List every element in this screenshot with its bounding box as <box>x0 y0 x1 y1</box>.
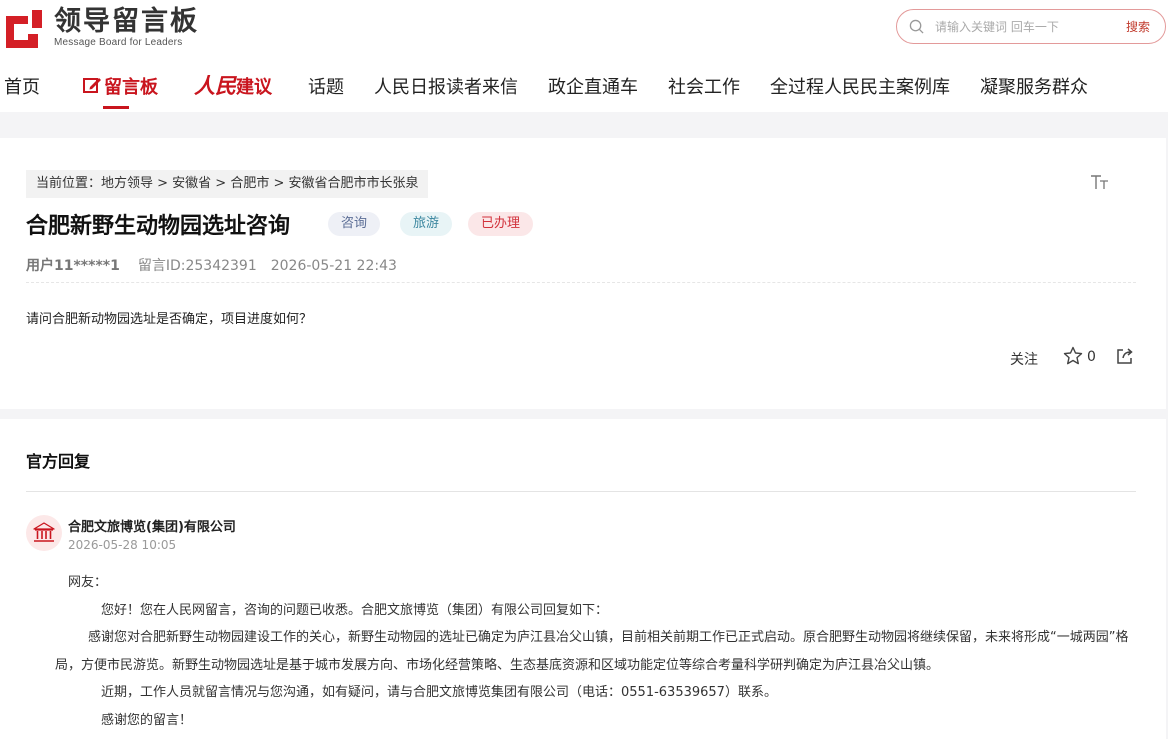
nav-message-board[interactable]: 留言板 <box>82 73 158 99</box>
site-header: 领导留言板 Message Board for Leaders 搜索 首页 留言… <box>0 0 1168 112</box>
reply-paragraph: 您好！您在人民网留言，咨询的问题已收悉。合肥文旅博览（集团）有限公司回复如下： <box>101 602 609 618</box>
reply-org-name: 合肥文旅博览(集团)有限公司 <box>68 520 236 535</box>
nav-brand-part1: 人民 <box>194 73 236 98</box>
message-title: 合肥新野生动物园选址咨询 <box>26 214 291 239</box>
search-icon <box>909 19 924 34</box>
status-badge: 已办理 <box>468 212 534 236</box>
message-user: 用户11*****1 <box>26 258 120 274</box>
search-button[interactable]: 搜索 <box>1126 18 1150 35</box>
message-time: 2026-05-21 22:43 <box>270 258 397 274</box>
nav-enterprise-express[interactable]: 政企直通车 <box>548 73 638 99</box>
star-icon[interactable] <box>1063 346 1083 366</box>
nav-people-suggestion[interactable]: 人民建议 <box>194 70 272 100</box>
reply-paragraph: 感谢您对合肥新野生动物园建设工作的关心，新野生动物园的选址已确定为庐江县冶父山镇… <box>55 630 1129 673</box>
message-meta: 用户11*****1 留言ID:25342391 2026-05-21 22:43 <box>26 255 397 275</box>
org-avatar <box>26 515 62 551</box>
font-size-icon[interactable] <box>1090 174 1110 195</box>
site-logo[interactable]: 领导留言板 Message Board for Leaders <box>4 6 199 48</box>
nav-social-work[interactable]: 社会工作 <box>668 73 740 99</box>
share-icon[interactable] <box>1116 347 1134 365</box>
reply-card: 官方回复 合肥文旅博览(集团)有限公司 2026-05-28 10:05 网友：… <box>0 419 1166 739</box>
reply-body: 网友： 您好！您在人民网留言，咨询的问题已收悉。合肥文旅博览（集团）有限公司回复… <box>55 569 1138 734</box>
tag-tourism[interactable]: 旅游 <box>400 212 453 236</box>
message-card: 当前位置：地方领导 > 安徽省 > 合肥市 > 安徽省合肥市市长张泉 合肥新野生… <box>0 138 1166 409</box>
follow-button[interactable]: 关注 <box>1010 349 1038 369</box>
divider <box>26 282 1136 283</box>
nav-democracy-cases[interactable]: 全过程人民民主案例库 <box>770 73 950 99</box>
reply-heading: 官方回复 <box>26 452 91 471</box>
nav-active-underline <box>103 106 129 109</box>
nav-home[interactable]: 首页 <box>4 73 40 99</box>
message-id: 留言ID:25342391 <box>137 258 257 274</box>
government-building-icon <box>33 522 55 542</box>
star-count: 0 <box>1087 349 1096 365</box>
tag-consult[interactable]: 咨询 <box>328 212 381 236</box>
logo-title: 领导留言板 <box>54 6 199 37</box>
main-nav: 首页 留言板 人民建议 话题 人民日报读者来信 政企直通车 社会工作 全过程人民… <box>0 70 1168 110</box>
logo-mark-icon <box>4 8 44 48</box>
logo-subtitle: Message Board for Leaders <box>54 37 183 48</box>
reply-paragraph: 近期，工作人员就留言情况与您沟通，如有疑问，请与合肥文旅博览集团有限公司（电话：… <box>101 685 777 700</box>
nav-message-board-label: 留言板 <box>104 77 158 98</box>
nav-serve-public[interactable]: 凝聚服务群众 <box>980 73 1088 99</box>
nav-brand-part2: 建议 <box>236 77 272 98</box>
search-box: 搜索 <box>896 9 1166 44</box>
reply-paragraph: 感谢您的留言！ <box>101 712 193 728</box>
search-input[interactable] <box>935 17 1105 37</box>
reply-greeting: 网友： <box>68 575 108 590</box>
reply-time: 2026-05-28 10:05 <box>68 538 177 552</box>
edit-icon <box>83 78 101 93</box>
nav-topics[interactable]: 话题 <box>308 73 344 99</box>
message-content: 请问合肥新动物园选址是否确定，项目进度如何？ <box>26 312 313 327</box>
nav-readers-letters[interactable]: 人民日报读者来信 <box>374 73 518 99</box>
breadcrumb[interactable]: 当前位置：地方领导 > 安徽省 > 合肥市 > 安徽省合肥市市长张泉 <box>26 170 429 198</box>
divider <box>26 491 1136 492</box>
